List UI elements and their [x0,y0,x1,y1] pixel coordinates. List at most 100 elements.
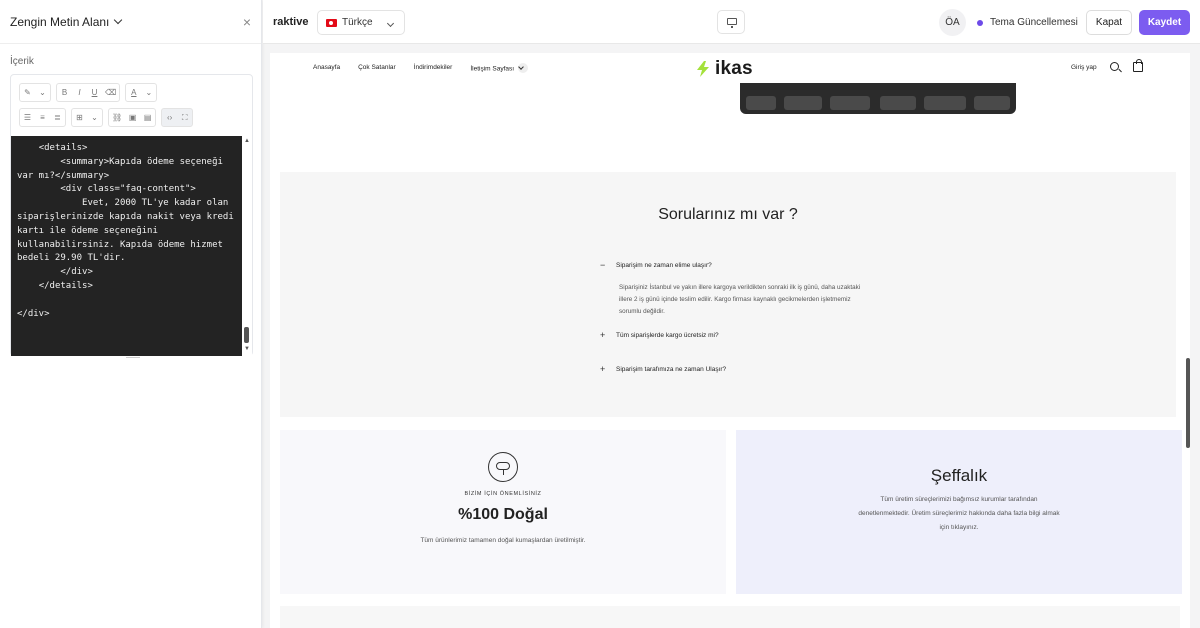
nav-link-label: İletişim Sayfası [470,65,515,73]
hero-image [740,83,1016,114]
hero-image-detail [924,96,966,110]
code-line: </div> [17,267,93,278]
faq-question-text: Tüm siparişlerde kargo ücretsiz mi? [616,331,719,339]
chevron-down-icon: ⌄ [91,113,98,122]
code-line: Evet, 2000 TL'ye kadar olan siparişlerin… [17,198,240,264]
device-toggle-button[interactable] [717,10,745,34]
align-icon[interactable]: ≣ [53,113,62,122]
scroll-up-icon[interactable]: ▲ [244,138,250,144]
feature-card-natural: BİZİM İÇİN ÖNEMLİSİNİZ %100 Doğal Tüm ür… [280,430,726,594]
language-label: Türkçe [342,17,373,28]
nav-link[interactable]: İndirimdekiler [414,64,453,74]
chevron-down-icon: ⌄ [39,88,46,97]
minus-icon: − [600,260,606,270]
save-button[interactable]: Kaydet [1139,10,1190,35]
close-icon[interactable]: × [243,14,251,30]
faq-question-text: Siparişim ne zaman elime ulaşır? [616,261,712,269]
scroll-down-icon[interactable]: ▼ [244,346,250,352]
html-code-editor[interactable]: <details> <summary>Kapıda ödeme seçeneği… [11,136,243,356]
chevron-down-icon [517,63,529,73]
insert-group: ⛓ ▣ ▤ [108,108,157,127]
content-label: İçerik [10,56,34,67]
rich-text-panel: Zengin Metin Alanı × İçerik ✎ ⌄ B I U ⌫ A… [0,0,262,628]
faq-section: Sorularınız mı var ? − Siparişim ne zama… [280,172,1176,417]
feature-card-transparency: Şeffalık Tüm üretim süreçlerimizi bağıms… [736,430,1182,594]
editor-topbar: raktive Türkçe ÖA Tema Güncellemesi Kapa… [263,0,1200,44]
hero-image-detail [746,96,776,110]
shopping-bag-icon[interactable] [1133,59,1143,72]
panel-header: Zengin Metin Alanı [0,0,261,44]
feature-desc: Tüm üretim süreçlerimizi bağımsız kuruml… [858,496,1060,531]
nav-link[interactable]: Çok Satanlar [358,64,396,74]
image-icon[interactable]: ▣ [128,113,137,122]
chevron-down-icon[interactable] [114,15,123,24]
fullscreen-icon[interactable]: ⛶ [180,113,189,123]
turkey-flag-icon [326,18,337,27]
search-icon[interactable] [1110,62,1119,71]
underline-button[interactable]: U [90,88,99,97]
site-logo[interactable]: ikas [694,58,753,80]
feature-desc: Tüm ürünlerimiz tamamen doğal kumaşlarda… [420,537,586,544]
code-scrollbar[interactable]: ▲ ▼ [242,136,252,356]
bold-button[interactable]: B [60,88,69,97]
chevron-down-icon [386,19,395,28]
feature-title: %100 Doğal [458,506,548,523]
rich-text-editor: ✎ ⌄ B I U ⌫ A ⌄ ☰ ≡ ≣ ⊞ ⌄ ⛓ ▣ ▤ ‹› ⛶ <de… [10,74,253,356]
bolt-icon [697,61,709,77]
text-color-dropdown[interactable]: A ⌄ [125,83,158,102]
logo-text: ikas [715,58,753,79]
login-link[interactable]: Giriş yap [1071,64,1097,71]
code-line: </div> [17,308,50,319]
code-line: </details> [17,280,93,291]
faq-title: Sorularınız mı var ? [658,206,798,223]
numbered-list-icon[interactable]: ≡ [38,113,47,122]
faq-question[interactable]: + Siparişim tarafımıza ne zaman Ulaşır? [600,364,726,374]
site-nav: Anasayfa Çok Satanlar İndirimdekiler İle… [313,63,529,74]
faq-question[interactable]: − Siparişim ne zaman elime ulaşır? [600,260,712,270]
preview-scrollbar[interactable] [1185,53,1191,628]
feature-title: Şeffalık [930,466,988,485]
chevron-down-icon: ⌄ [145,88,153,97]
toolbar-row-1: ✎ ⌄ B I U ⌫ A ⌄ [19,83,158,102]
close-button[interactable]: Kapat [1086,10,1132,35]
code-line: <summary>Kapıda ödeme seçeneği var mı?</… [17,156,229,181]
status-dot-icon [977,19,983,26]
theme-update-status[interactable]: Tema Güncellemesi [977,17,1078,28]
list-group: ☰ ≡ ≣ [19,108,66,127]
hero-image-detail [830,96,870,110]
bullet-list-icon[interactable]: ☰ [23,113,32,122]
theme-update-label: Tema Güncellemesi [990,17,1078,28]
format-dropdown[interactable]: ✎ ⌄ [19,83,51,102]
code-line: <div class="faq-content"> [17,184,196,195]
resize-handle[interactable] [126,357,140,358]
nav-link-contact[interactable]: İletişim Sayfası [470,63,529,74]
eraser-icon[interactable]: ⌫ [105,88,116,97]
next-section [280,606,1180,628]
code-line: <details> [17,143,88,153]
toolbar-row-2: ☰ ≡ ≣ ⊞ ⌄ ⛓ ▣ ▤ ‹› ⛶ [19,108,194,127]
faq-question-text: Siparişim tarafımıza ne zaman Ulaşır? [616,365,727,373]
table-dropdown[interactable]: ⊞ ⌄ [71,108,103,127]
panel-title: Zengin Metin Alanı [10,14,110,29]
nav-link[interactable]: Anasayfa [313,64,340,74]
site-header: Anasayfa Çok Satanlar İndirimdekiler İle… [270,53,1190,85]
faq-answer: Siparişiniz İstanbul ve yakın illere kar… [619,284,861,315]
text-color-icon: A [131,88,137,97]
preview-scroll-thumb[interactable] [1186,358,1190,448]
store-name: raktive [273,16,309,28]
feature-eyebrow: BİZİM İÇİN ÖNEMLİSİNİZ [464,491,542,497]
plus-icon: + [600,330,606,340]
language-select[interactable]: Türkçe [317,10,405,35]
italic-button[interactable]: I [75,88,84,97]
scroll-thumb[interactable] [244,327,249,343]
link-icon[interactable]: ⛓ [112,113,122,122]
avatar[interactable]: ÖA [939,9,966,36]
table-icon: ⊞ [76,113,83,122]
faq-question[interactable]: + Tüm siparişlerde kargo ücretsiz mi? [600,330,719,340]
code-view-icon[interactable]: ‹› [165,113,174,122]
hero-image-detail [880,96,916,110]
hero-image-detail [974,96,1010,110]
plus-icon: + [600,364,606,374]
video-icon[interactable]: ▤ [143,113,152,122]
